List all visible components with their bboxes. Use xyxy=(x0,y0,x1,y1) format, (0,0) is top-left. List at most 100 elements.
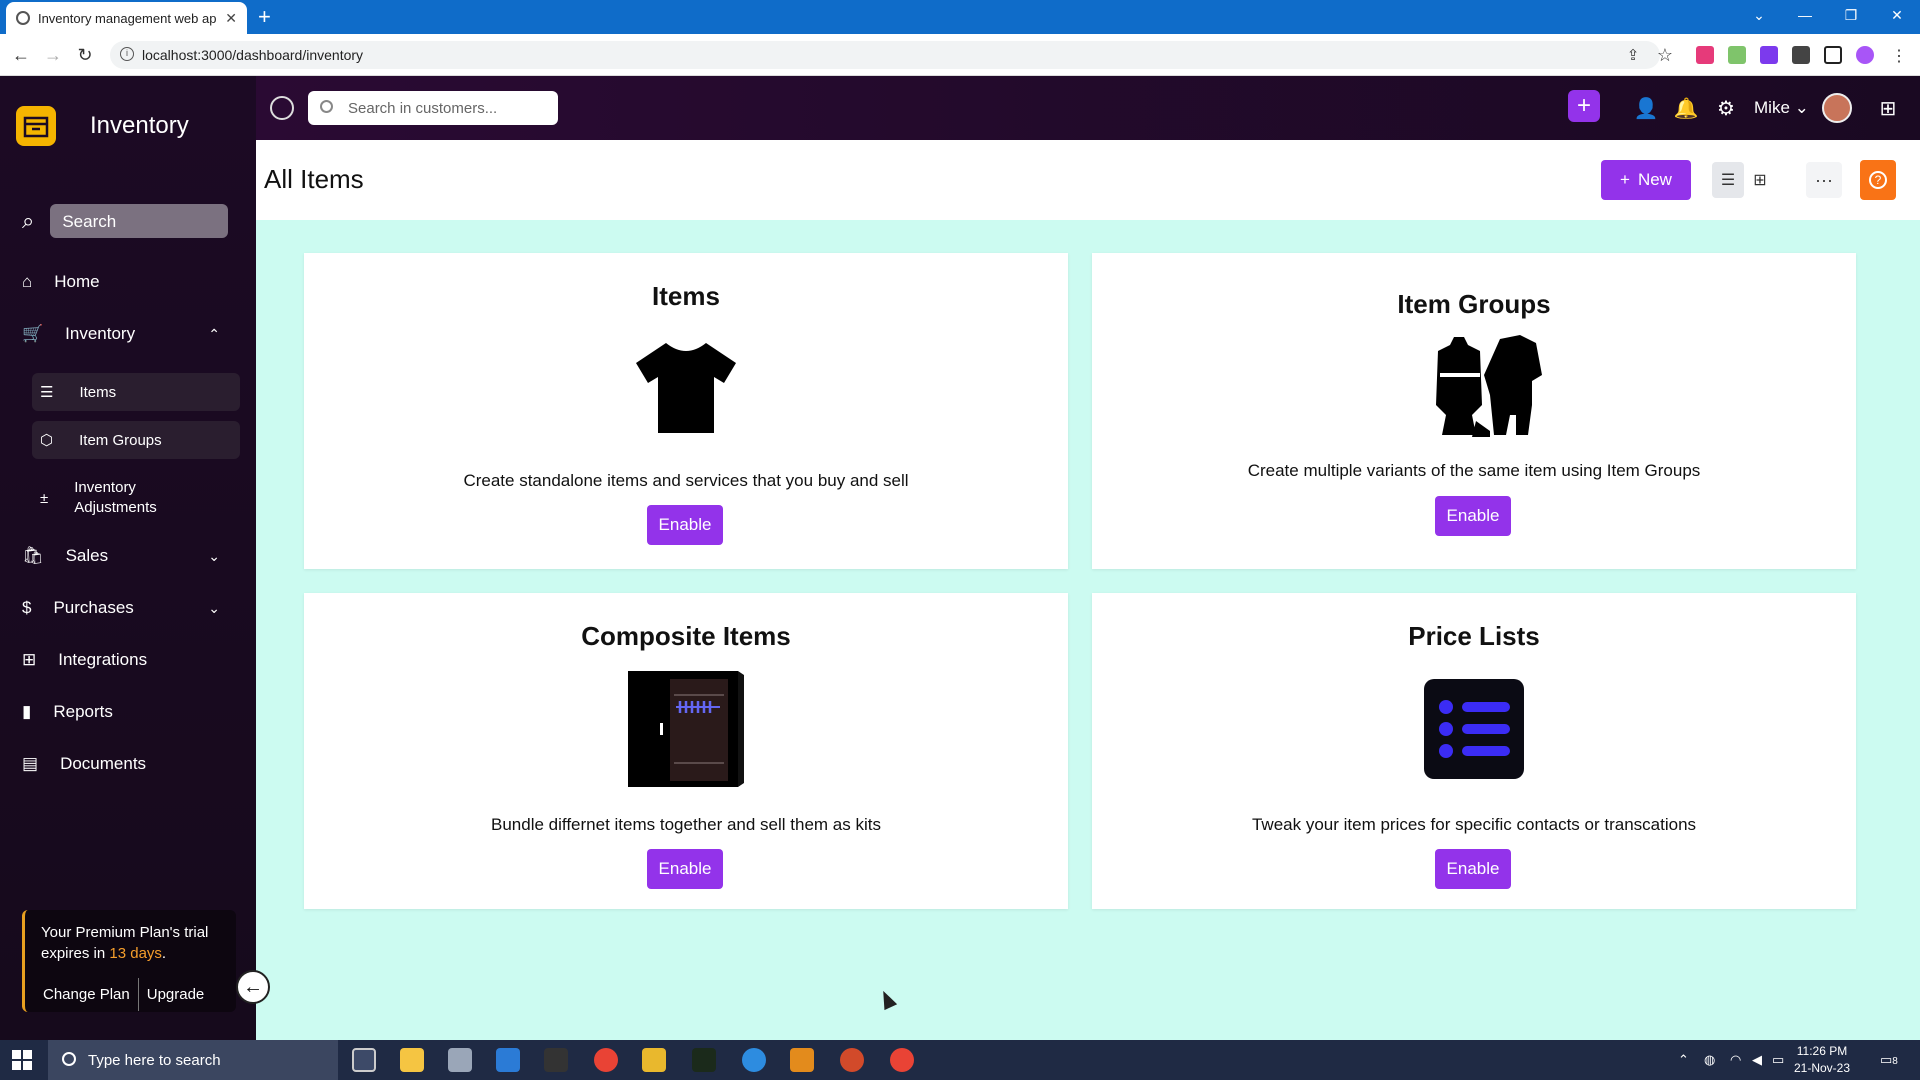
search-icon xyxy=(62,1052,76,1066)
share-icon[interactable]: ⇪ xyxy=(1620,42,1646,68)
sidebar-item-home[interactable]: ⌂ Home xyxy=(22,272,232,292)
bookmark-star-icon[interactable]: ☆ xyxy=(1652,42,1678,68)
enable-button[interactable]: Enable xyxy=(1435,849,1511,889)
sidebar-item-label: Home xyxy=(54,272,100,291)
url-field[interactable]: i localhost:3000/dashboard/inventory xyxy=(110,41,1660,69)
gear-icon[interactable]: ⚙ xyxy=(1714,96,1738,120)
grid-view-icon[interactable]: ⊞ xyxy=(1744,162,1776,198)
app-icon[interactable] xyxy=(448,1048,472,1072)
app-icon[interactable] xyxy=(692,1048,716,1072)
file-explorer-icon[interactable] xyxy=(400,1048,424,1072)
notification-icon[interactable]: ▭8 xyxy=(1880,1052,1898,1068)
restore-button[interactable]: ❐ xyxy=(1828,0,1874,30)
search-icon xyxy=(320,100,333,113)
profile-icon[interactable] xyxy=(1856,46,1874,64)
sidebar-item-label: Inventory xyxy=(65,324,136,343)
feature-card-price-lists: Price Lists Tweak your item prices for s… xyxy=(1092,593,1856,909)
sidebar-item-inventory[interactable]: 🛒 Inventory ⌃ xyxy=(22,324,232,344)
sidebar-subitem-label: Item Groups xyxy=(79,431,162,449)
new-button[interactable]: + New xyxy=(1601,160,1691,200)
sidebar: Inventory ⌕ Search ⌂ Home 🛒 Inventory ⌃ … xyxy=(0,76,256,1040)
back-arrow-icon[interactable]: ← xyxy=(8,42,34,68)
close-window-button[interactable]: ✕ xyxy=(1874,0,1920,30)
change-plan-button[interactable]: Change Plan xyxy=(35,978,138,1011)
terminal-icon[interactable] xyxy=(544,1048,568,1072)
plus-icon: + xyxy=(1620,170,1630,189)
home-icon: ⌂ xyxy=(22,272,33,291)
chevron-down-icon: ⌄ xyxy=(208,599,220,616)
close-tab-icon[interactable]: ✕ xyxy=(225,10,237,27)
chrome-icon[interactable] xyxy=(890,1048,914,1072)
bell-icon[interactable]: 🔔 xyxy=(1674,96,1699,120)
more-options-icon[interactable]: ··· xyxy=(1806,162,1842,198)
sidebar-item-documents[interactable]: ▤ Documents xyxy=(22,754,232,774)
chevron-down-icon: ⌄ xyxy=(208,547,220,564)
card-description: Create multiple variants of the same ite… xyxy=(1247,461,1701,480)
trial-actions: Change Plan Upgrade xyxy=(35,978,212,1011)
enable-button[interactable]: Enable xyxy=(1435,496,1511,536)
minimize-button[interactable]: — xyxy=(1782,0,1828,30)
puzzle-icon[interactable] xyxy=(1792,46,1810,64)
sidebar-subitem-items[interactable]: ☰ Items xyxy=(32,373,240,411)
upgrade-button[interactable]: Upgrade xyxy=(139,978,213,1011)
quick-create-button[interactable]: + xyxy=(1568,90,1600,122)
collapse-sidebar-button[interactable]: ← xyxy=(236,970,270,1004)
enable-button[interactable]: Enable xyxy=(647,849,723,889)
wifi-icon[interactable]: ◠ xyxy=(1730,1052,1741,1068)
docker-icon[interactable] xyxy=(742,1048,766,1072)
sublime-icon[interactable] xyxy=(790,1048,814,1072)
history-icon[interactable] xyxy=(270,96,294,120)
integrations-icon: ⊞ xyxy=(22,650,37,669)
info-icon[interactable]: i xyxy=(120,47,134,61)
customer-search-input[interactable]: Search in customers... xyxy=(308,91,558,125)
keyboard-icon[interactable]: ▭ xyxy=(1772,1052,1784,1068)
sidebar-subitem-adjustments[interactable]: ± Inventory Adjustments xyxy=(32,473,240,523)
sidebar-item-purchases[interactable]: $ Purchases ⌄ xyxy=(22,598,232,618)
page-header: All Items + New ☰ ⊞ ··· ? xyxy=(256,140,1920,220)
user-name: Mike xyxy=(1754,98,1790,117)
clock[interactable]: 11:26 PM 21-Nov-23 xyxy=(1794,1043,1850,1077)
tray-chevron-icon[interactable]: ⌃ xyxy=(1678,1052,1689,1068)
enable-button[interactable]: Enable xyxy=(647,505,723,545)
network-icon[interactable]: ◍ xyxy=(1704,1052,1715,1068)
tab-search-icon[interactable]: ⌄ xyxy=(1736,0,1782,30)
side-panel-icon[interactable] xyxy=(1824,46,1842,64)
url-text: localhost:3000/dashboard/inventory xyxy=(142,47,364,63)
extension-icon[interactable] xyxy=(1728,46,1746,64)
tab-title: Inventory management web app xyxy=(37,10,218,26)
reload-icon[interactable]: ↻ xyxy=(72,42,98,68)
sidebar-subitem-item-groups[interactable]: ⬡ Item Groups xyxy=(32,421,240,459)
browser-menu-icon[interactable]: ⋮ xyxy=(1890,46,1908,65)
apps-grid-icon[interactable]: ⊞ xyxy=(1876,96,1900,120)
sidebar-item-label: Integrations xyxy=(58,650,148,669)
dollar-icon: $ xyxy=(22,598,32,617)
browser-tab[interactable]: Inventory management web app ✕ xyxy=(6,2,247,34)
windows-start-icon[interactable] xyxy=(12,1050,32,1070)
sidebar-item-sales[interactable]: 🛍 Sales ⌄ xyxy=(22,546,232,566)
user-menu[interactable]: Mike ⌄ xyxy=(1754,98,1809,118)
sidebar-search-input[interactable]: Search xyxy=(50,204,229,238)
browser-icon[interactable] xyxy=(840,1048,864,1072)
volume-icon[interactable]: ◀ xyxy=(1752,1052,1762,1068)
help-button[interactable]: ? xyxy=(1860,160,1896,200)
task-view-icon[interactable] xyxy=(352,1048,376,1072)
list-view-icon[interactable]: ☰ xyxy=(1712,162,1744,198)
avatar[interactable] xyxy=(1822,93,1852,123)
taskbar-search-placeholder: Type here to search xyxy=(88,1051,221,1069)
sidebar-item-reports[interactable]: ▮ Reports xyxy=(22,702,232,722)
vscode-icon[interactable] xyxy=(496,1048,520,1072)
document-icon: ▤ xyxy=(22,754,39,773)
user-icon[interactable]: 👤 xyxy=(1634,96,1659,120)
new-tab-button[interactable]: + xyxy=(258,4,271,30)
view-toggle: ☰ ⊞ xyxy=(1712,162,1776,198)
extension-icon[interactable] xyxy=(1760,46,1778,64)
app-icon[interactable] xyxy=(642,1048,666,1072)
extension-icon[interactable] xyxy=(1696,46,1714,64)
scan-search-icon[interactable]: ⌕ xyxy=(22,208,34,234)
forward-arrow-icon[interactable]: → xyxy=(40,42,66,68)
taskbar-search-input[interactable]: Type here to search xyxy=(48,1040,338,1080)
sidebar-item-integrations[interactable]: ⊞ Integrations xyxy=(22,650,232,670)
sidebar-item-label: Documents xyxy=(60,754,147,773)
chrome-icon[interactable] xyxy=(594,1048,618,1072)
card-title: Items xyxy=(652,281,720,311)
